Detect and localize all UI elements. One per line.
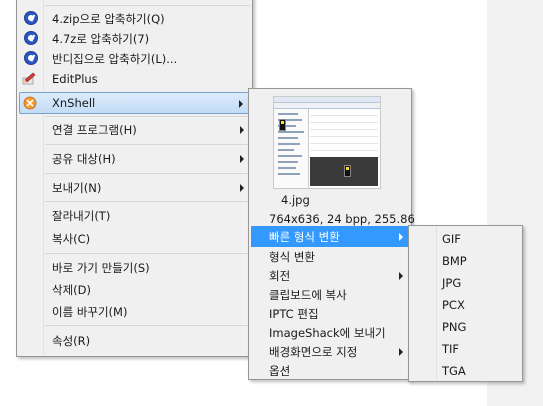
menu-item-label: 복사(C)	[52, 232, 91, 246]
menu-item-label: 빠른 형식 변환	[269, 230, 340, 244]
menu-item-label: PNG	[442, 320, 467, 334]
menu-item-label: 삭제(D)	[52, 283, 91, 297]
menu-item-label: 배경화면으로 지정	[269, 345, 358, 359]
format-gif-item[interactable]: GIF	[411, 229, 520, 250]
quick-convert-item[interactable]: 빠른 형식 변환	[251, 226, 409, 247]
menu-item-label: 속성(R)	[52, 334, 91, 348]
menu-item-label: IPTC 편집	[269, 307, 319, 321]
xnshell-submenu: 4.jpg 764x636, 24 bpp, 255.86 빠른 형식 변환 형…	[248, 88, 415, 381]
menu-item-label: 4.zip으로 압축하기(Q)	[52, 12, 165, 26]
chevron-right-icon	[399, 272, 403, 280]
chevron-right-icon	[399, 348, 403, 356]
bandizip-icon	[24, 11, 38, 25]
menu-item-label: 반디집으로 압축하기(L)...	[52, 52, 178, 66]
bandizip-icon	[24, 31, 38, 45]
copy-to-clipboard-item[interactable]: 클립보드에 복사	[251, 284, 409, 305]
format-tif-item[interactable]: TIF	[411, 339, 520, 360]
menu-item-label: TGA	[442, 364, 466, 378]
cut-item[interactable]: 잘라내기(T)	[19, 205, 250, 226]
menu-item-label: 보내기(N)	[52, 181, 102, 195]
share-with-item[interactable]: 공유 대상(H)	[19, 148, 250, 169]
format-pcx-item[interactable]: PCX	[411, 295, 520, 316]
menu-item-label: 옵션	[269, 364, 291, 378]
chevron-right-icon	[240, 126, 244, 134]
chevron-right-icon	[399, 233, 403, 241]
rotate-item[interactable]: 회전	[251, 265, 409, 286]
menu-item-label: TIF	[442, 342, 460, 356]
chevron-right-icon	[240, 184, 244, 192]
options-item[interactable]: 옵션	[251, 360, 409, 381]
send-to-item[interactable]: 보내기(N)	[19, 177, 250, 198]
format-png-item[interactable]: PNG	[411, 317, 520, 338]
image-info: 764x636, 24 bpp, 255.86	[269, 212, 415, 226]
set-wallpaper-item[interactable]: 배경화면으로 지정	[251, 341, 409, 362]
menu-item-label: 이름 바꾸기(M)	[52, 305, 128, 319]
menu-item-label: GIF	[442, 232, 461, 246]
imageshack-item[interactable]: ImageShack에 보내기	[251, 322, 409, 343]
format-bmp-item[interactable]: BMP	[411, 251, 520, 272]
menu-item-label: 회전	[269, 269, 291, 283]
copy-item[interactable]: 복사(C)	[19, 228, 250, 249]
menu-item-label: 형식 변환	[269, 250, 315, 264]
compress-zip-item[interactable]: 4.zip으로 압축하기(Q)	[19, 8, 250, 29]
editplus-icon	[22, 72, 36, 85]
context-menu: 4.zip으로 압축하기(Q) 4.7z로 압축하기(7) 반디집으로 압축하기…	[16, 0, 253, 357]
compress-bandizip-item[interactable]: 반디집으로 압축하기(L)...	[19, 48, 250, 69]
menu-item-label: ImageShack에 보내기	[269, 326, 386, 340]
format-tga-item[interactable]: TGA	[411, 361, 520, 382]
xnshell-icon	[23, 96, 37, 110]
menu-item-label: JPG	[442, 276, 462, 290]
delete-item[interactable]: 삭제(D)	[19, 279, 250, 300]
menu-item-label: 4.7z로 압축하기(7)	[52, 32, 150, 46]
open-with-item[interactable]: 연결 프로그램(H)	[19, 119, 250, 140]
properties-item[interactable]: 속성(R)	[19, 330, 250, 351]
menu-item-label: BMP	[442, 254, 467, 268]
menu-item-label: XnShell	[52, 96, 96, 110]
editplus-item[interactable]: EditPlus	[19, 69, 250, 90]
image-filename: 4.jpg	[281, 193, 310, 207]
iptc-edit-item[interactable]: IPTC 편집	[251, 303, 409, 324]
menu-item-label: 잘라내기(T)	[52, 209, 111, 223]
xnshell-item[interactable]: XnShell	[19, 92, 250, 114]
chevron-right-icon	[239, 100, 243, 108]
chevron-right-icon	[240, 155, 244, 163]
create-shortcut-item[interactable]: 바로 가기 만들기(S)	[19, 257, 250, 278]
format-submenu: GIF BMP JPG PCX PNG TIF TGA	[408, 225, 523, 382]
menu-item-label: 연결 프로그램(H)	[52, 123, 137, 137]
convert-format-item[interactable]: 형식 변환	[251, 246, 409, 267]
menu-item-label: 바로 가기 만들기(S)	[52, 261, 150, 275]
bandizip-icon	[24, 51, 38, 65]
rename-item[interactable]: 이름 바꾸기(M)	[19, 301, 250, 322]
format-jpg-item[interactable]: JPG	[411, 273, 520, 294]
menu-item-label: EditPlus	[52, 72, 98, 86]
menu-item-label: 클립보드에 복사	[269, 288, 347, 302]
menu-item-label: 공유 대상(H)	[52, 152, 116, 166]
compress-7z-item[interactable]: 4.7z로 압축하기(7)	[19, 28, 250, 49]
image-thumbnail	[273, 96, 381, 189]
menu-item-label: PCX	[442, 298, 465, 312]
